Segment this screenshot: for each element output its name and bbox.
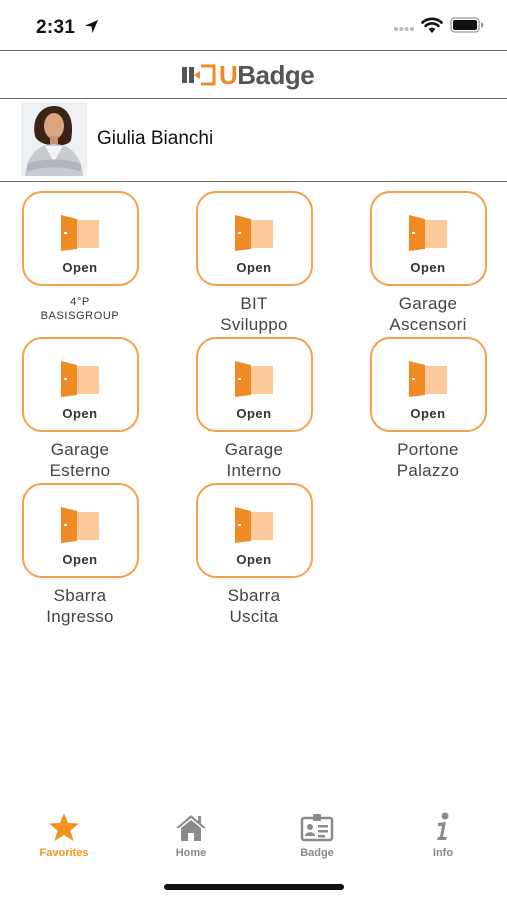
ubadge-logo: UBadge bbox=[181, 60, 315, 90]
door-item: Open Sbarra Ingresso bbox=[0, 483, 160, 627]
door-item: Open Garage Ascensori bbox=[348, 191, 507, 335]
open-label: Open bbox=[410, 260, 446, 275]
open-label: Open bbox=[236, 406, 272, 421]
door-name-line1: Portone bbox=[397, 440, 459, 459]
door-name-line1: Sbarra bbox=[53, 586, 107, 605]
tab-label: Home bbox=[175, 847, 207, 859]
badge-icon bbox=[300, 814, 334, 842]
open-door-button[interactable]: Open bbox=[195, 483, 313, 578]
avatar bbox=[21, 102, 87, 176]
app-header: UBadge bbox=[0, 50, 507, 99]
tab-label: Favorites bbox=[39, 847, 89, 859]
door-name: Garage Ascensori bbox=[348, 293, 507, 335]
door-name-line1: BIT bbox=[240, 294, 268, 313]
tab-label: Badge bbox=[300, 847, 334, 859]
door-name-line1: Sbarra bbox=[227, 586, 281, 605]
wifi-icon bbox=[421, 17, 443, 33]
star-icon bbox=[49, 813, 79, 841]
open-door-button[interactable]: Open bbox=[369, 337, 487, 432]
door-name: 4°P BASISGROUP bbox=[0, 295, 160, 323]
logo-text-rest: Badge bbox=[237, 60, 315, 90]
open-door-button[interactable]: Open bbox=[195, 337, 313, 432]
open-label: Open bbox=[62, 552, 98, 567]
status-bar: 2:31 bbox=[0, 0, 507, 50]
door-name: Garage Interno bbox=[174, 439, 334, 481]
door-name: BIT Sviluppo bbox=[174, 293, 334, 335]
door-item: Open Garage Interno bbox=[174, 337, 334, 481]
signal-dots-icon bbox=[394, 27, 414, 31]
open-label: Open bbox=[62, 260, 98, 275]
door-name-line1: Garage bbox=[224, 440, 284, 459]
open-door-button[interactable]: Open bbox=[21, 483, 139, 578]
door-icon bbox=[61, 215, 99, 251]
door-name-line2: Interno bbox=[226, 461, 282, 480]
door-item: Open Garage Esterno bbox=[0, 337, 160, 481]
home-indicator[interactable] bbox=[164, 884, 344, 890]
door-icon bbox=[409, 361, 447, 397]
tab-info[interactable]: Info bbox=[388, 812, 498, 859]
logo-text-u: U bbox=[219, 60, 238, 90]
open-door-button[interactable]: Open bbox=[195, 191, 313, 286]
open-label: Open bbox=[236, 552, 272, 567]
door-name-line2: BASISGROUP bbox=[40, 310, 120, 322]
door-name: Sbarra Ingresso bbox=[0, 585, 160, 627]
door-name-line2: Ascensori bbox=[389, 315, 467, 334]
door-icon bbox=[235, 215, 273, 251]
door-name-line1: 4°P bbox=[70, 296, 90, 308]
door-name-line1: Garage bbox=[50, 440, 110, 459]
tab-badge[interactable]: Badge bbox=[262, 812, 372, 859]
door-icon bbox=[235, 361, 273, 397]
door-name-line2: Sviluppo bbox=[220, 315, 288, 334]
door-icon bbox=[235, 507, 273, 543]
door-name-line2: Palazzo bbox=[396, 461, 460, 480]
door-icon bbox=[61, 361, 99, 397]
tab-bar: Favorites Home Badge Info bbox=[0, 812, 507, 872]
door-name: Garage Esterno bbox=[0, 439, 160, 481]
door-icon bbox=[409, 215, 447, 251]
user-name: Giulia Bianchi bbox=[97, 128, 214, 149]
door-name: Portone Palazzo bbox=[348, 439, 507, 481]
door-item: Open 4°P BASISGROUP bbox=[0, 191, 160, 323]
home-icon bbox=[176, 815, 206, 841]
tab-favorites[interactable]: Favorites bbox=[9, 812, 119, 859]
tab-home[interactable]: Home bbox=[136, 812, 246, 859]
open-label: Open bbox=[62, 406, 98, 421]
door-icon bbox=[61, 507, 99, 543]
status-time: 2:31 bbox=[36, 17, 76, 38]
open-label: Open bbox=[236, 260, 272, 275]
battery-icon bbox=[450, 17, 484, 33]
door-name-line2: Uscita bbox=[229, 607, 279, 626]
open-door-button[interactable]: Open bbox=[21, 337, 139, 432]
door-name-line2: Esterno bbox=[49, 461, 111, 480]
open-door-button[interactable]: Open bbox=[21, 191, 139, 286]
logo-mark-icon bbox=[182, 64, 216, 86]
door-item: Open Sbarra Uscita bbox=[174, 483, 334, 627]
location-arrow-icon bbox=[84, 19, 99, 34]
door-name: Sbarra Uscita bbox=[174, 585, 334, 627]
logo-text: UBadge bbox=[219, 60, 315, 90]
user-profile: Giulia Bianchi bbox=[0, 99, 507, 182]
door-item: Open BIT Sviluppo bbox=[174, 191, 334, 335]
open-door-button[interactable]: Open bbox=[369, 191, 487, 286]
info-icon bbox=[437, 812, 449, 840]
door-name-line2: Ingresso bbox=[46, 607, 114, 626]
door-item: Open Portone Palazzo bbox=[348, 337, 507, 481]
door-name-line1: Garage bbox=[398, 294, 458, 313]
tab-label: Info bbox=[432, 847, 454, 859]
open-label: Open bbox=[410, 406, 446, 421]
avatar-photo bbox=[21, 102, 87, 176]
